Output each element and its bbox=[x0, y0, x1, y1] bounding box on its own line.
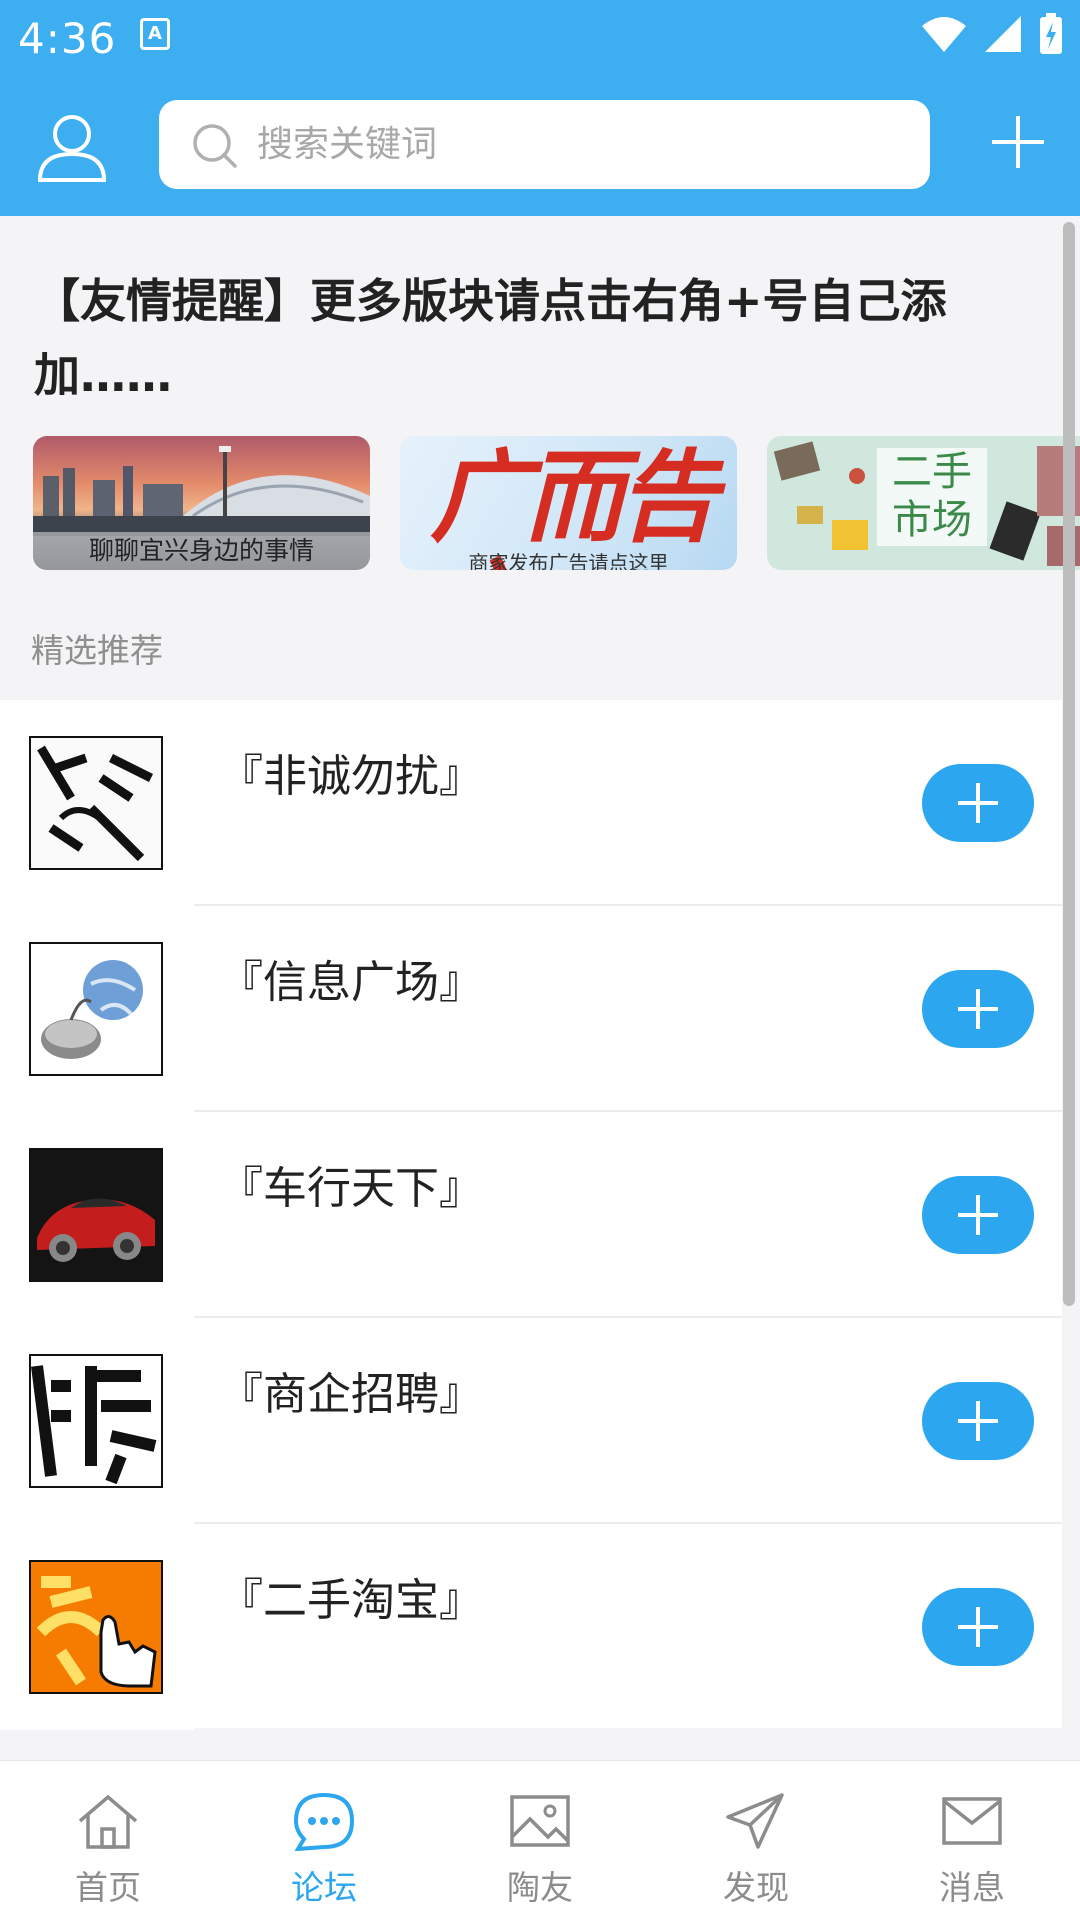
chat-bubble-icon bbox=[293, 1792, 355, 1851]
scrollbar[interactable] bbox=[1063, 222, 1075, 1306]
red-car-thumbnail-image bbox=[31, 1150, 161, 1280]
forum-title: 『商企招聘』 bbox=[219, 1369, 483, 1420]
main-content: 【友情提醒】更多版块请点击右角+号自己添加…… 聊聊宜兴身边的事情 广而告之 商… bbox=[0, 216, 1080, 1760]
tab-home[interactable]: 首页 bbox=[0, 1761, 216, 1921]
forum-list: 『非诚勿扰』 『信息广场』 『车行天下』 『商企招聘』 『二手淘宝』 bbox=[0, 700, 1062, 1730]
tab-label: 陶友 bbox=[507, 1868, 573, 1907]
forum-thumbnail bbox=[29, 1148, 163, 1282]
picture-icon bbox=[510, 1795, 570, 1847]
tab-label: 首页 bbox=[75, 1868, 141, 1907]
calligraphy-thumbnail-image bbox=[31, 738, 161, 868]
app-header bbox=[0, 96, 1080, 216]
search-bar[interactable] bbox=[159, 100, 930, 189]
plus-icon bbox=[958, 1401, 998, 1441]
send-icon bbox=[726, 1793, 784, 1849]
banner-advertising[interactable]: 广而告之 商家发布广告请点这里 bbox=[400, 436, 737, 570]
tab-messages[interactable]: 消息 bbox=[864, 1761, 1080, 1921]
search-icon bbox=[193, 124, 237, 168]
tab-friends[interactable]: 陶友 bbox=[432, 1761, 648, 1921]
forum-thumbnail bbox=[29, 1354, 163, 1488]
signal-icon bbox=[984, 16, 1021, 52]
wifi-icon bbox=[921, 17, 966, 52]
banner-title: 二手市场 bbox=[877, 448, 987, 546]
taobao-hand-thumbnail-image bbox=[31, 1562, 161, 1692]
tab-label: 消息 bbox=[939, 1868, 1005, 1907]
add-section-plus-icon[interactable] bbox=[990, 114, 1046, 170]
status-icons bbox=[910, 12, 1064, 62]
list-item[interactable]: 『信息广场』 bbox=[0, 906, 1062, 1112]
list-item[interactable]: 『商企招聘』 bbox=[0, 1318, 1062, 1524]
add-forum-button[interactable] bbox=[922, 764, 1034, 842]
globe-mouse-thumbnail-image bbox=[31, 944, 161, 1074]
tab-label: 论坛 bbox=[291, 1868, 357, 1907]
forum-thumbnail bbox=[29, 736, 163, 870]
plus-icon bbox=[958, 989, 998, 1029]
plus-icon bbox=[958, 1195, 998, 1235]
notification-icon: A bbox=[140, 18, 170, 50]
banner-carousel: 聊聊宜兴身边的事情 广而告之 商家发布广告请点这里 二手市场 bbox=[33, 436, 1080, 570]
banner-caption: 聊聊宜兴身边的事情 bbox=[33, 532, 370, 570]
status-bar: 4:36 A bbox=[0, 0, 1080, 96]
add-forum-button[interactable] bbox=[922, 1588, 1034, 1666]
forum-title: 『信息广场』 bbox=[219, 957, 483, 1008]
plus-icon bbox=[958, 1607, 998, 1647]
reminder-notice: 【友情提醒】更多版块请点击右角+号自己添加…… bbox=[34, 274, 947, 402]
list-item[interactable]: 『二手淘宝』 bbox=[0, 1524, 1062, 1730]
status-time: 4:36 bbox=[18, 14, 117, 63]
add-forum-button[interactable] bbox=[922, 1176, 1034, 1254]
list-item[interactable]: 『车行天下』 bbox=[0, 1112, 1062, 1318]
tab-discover[interactable]: 发现 bbox=[648, 1761, 864, 1921]
forum-title: 『车行天下』 bbox=[219, 1163, 483, 1214]
featured-section-title: 精选推荐 bbox=[31, 631, 163, 670]
forum-title: 『非诚勿扰』 bbox=[219, 751, 483, 802]
bottom-tab-bar: 首页 论坛 陶友 发现 消息 bbox=[0, 1760, 1080, 1921]
forum-thumbnail bbox=[29, 1560, 163, 1694]
tab-label: 发现 bbox=[723, 1868, 789, 1907]
home-icon bbox=[78, 1794, 138, 1849]
search-input[interactable] bbox=[257, 118, 897, 170]
user-profile-icon[interactable] bbox=[34, 110, 110, 186]
banner-second-hand-market[interactable]: 二手市场 bbox=[767, 436, 1080, 570]
hiring-calligraphy-thumbnail-image bbox=[31, 1356, 161, 1486]
tab-forum[interactable]: 论坛 bbox=[216, 1761, 432, 1921]
plus-icon bbox=[958, 783, 998, 823]
banner-local-chat[interactable]: 聊聊宜兴身边的事情 bbox=[33, 436, 370, 570]
battery-icon bbox=[1040, 13, 1062, 54]
add-forum-button[interactable] bbox=[922, 1382, 1034, 1460]
forum-thumbnail bbox=[29, 942, 163, 1076]
banner-caption: 商家发布广告请点这里 bbox=[468, 551, 669, 570]
forum-title: 『二手淘宝』 bbox=[219, 1575, 483, 1626]
mail-icon bbox=[942, 1797, 1002, 1845]
list-item[interactable]: 『非诚勿扰』 bbox=[0, 700, 1062, 906]
stadium-skyline-image bbox=[33, 446, 370, 536]
add-forum-button[interactable] bbox=[922, 970, 1034, 1048]
